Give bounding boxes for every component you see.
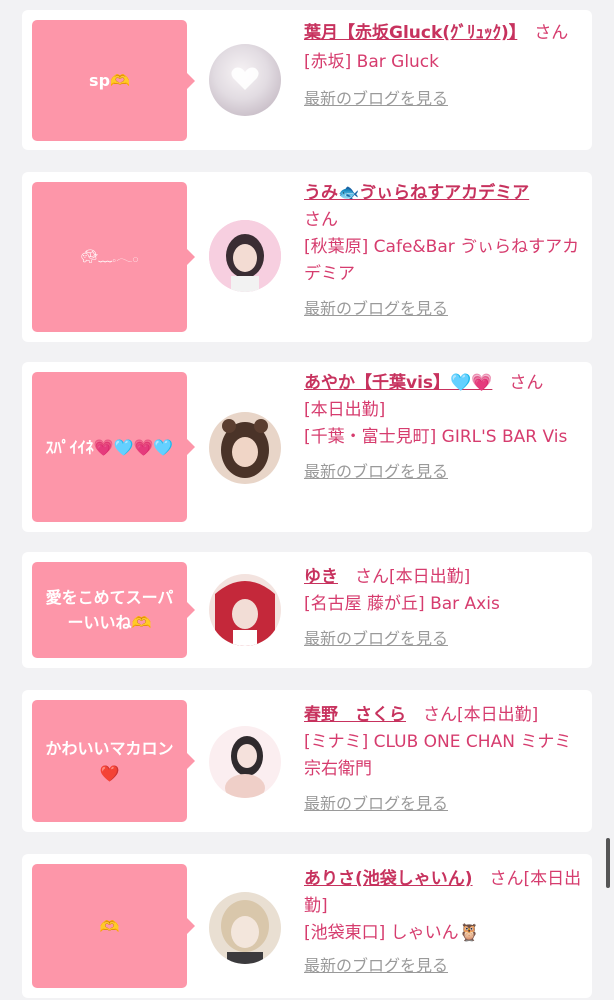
entry-info: 葉月【赤坂Gluck(ｸﾞﾘｭｯｸ)】 さん [赤坂] Bar Gluck 最新… xyxy=(304,20,582,111)
avatar[interactable] xyxy=(209,412,281,484)
avatar[interactable] xyxy=(209,726,281,798)
message-bubble: かわいいマカロン❤️ xyxy=(32,700,195,822)
entry-info: あやか【千葉vis】🩵💗 さん [本日出勤] [千葉・富士見町] GIRL'S … xyxy=(304,370,582,484)
scrollbar[interactable] xyxy=(606,838,610,888)
girl-name-link[interactable]: ありさ(池袋しゃいん) xyxy=(304,869,473,889)
portrait-icon xyxy=(209,412,281,484)
portrait-icon xyxy=(209,220,281,292)
blog-entry-card: 🫶 ありさ(池袋しゃいん) さん[本日出勤] [池袋東口] しゃいん🦉 最新のブ… xyxy=(22,854,592,998)
message-bubble: 🐢︎﹏𓈒𓂃𓂂 xyxy=(32,182,195,332)
girl-name-link[interactable]: 春野 さくら xyxy=(304,705,406,725)
message-text: ｽﾊﾟｲｲﾈ💗🩵💗🩵 xyxy=(45,437,174,457)
message-bubble: 愛をこめてスーパーいいね🫶 xyxy=(32,562,195,658)
latest-blog-link[interactable]: 最新のブログを見る xyxy=(304,953,582,978)
entry-info: ゆき さん[本日出勤] [名古屋 藤が丘] Bar Axis 最新のブログを見る xyxy=(304,564,582,651)
avatar[interactable] xyxy=(209,44,281,116)
message-bubble: ｽﾊﾟｲｲﾈ💗🩵💗🩵 xyxy=(32,372,195,522)
shop-info: [ミナミ] CLUB ONE CHAN ミナミ 宗右衛門 xyxy=(304,732,572,779)
girl-name-link[interactable]: うみ🐟ゔぃらねすアカデミア xyxy=(304,183,529,203)
entry-info: ありさ(池袋しゃいん) さん[本日出勤] [池袋東口] しゃいん🦉 最新のブログ… xyxy=(304,866,582,978)
message-bubble: sp🫶 xyxy=(32,20,195,141)
girl-name-link[interactable]: 葉月【赤坂Gluck(ｸﾞﾘｭｯｸ)】 xyxy=(304,23,517,43)
honorific: さん xyxy=(509,373,544,393)
blog-entry-card: 🐢︎﹏𓈒𓂃𓂂 うみ🐟ゔぃらねすアカデミア さん [秋葉原] Cafe&Bar ゔ… xyxy=(22,172,592,342)
portrait-icon xyxy=(209,574,281,646)
blog-entry-card: sp🫶 葉月【赤坂Gluck(ｸﾞﾘｭｯｸ)】 さん [赤坂] Bar Gluc… xyxy=(22,10,592,150)
shop-info: [千葉・富士見町] GIRL'S BAR Vis xyxy=(304,427,568,447)
work-status: [本日出勤] xyxy=(304,400,386,420)
girl-name-link[interactable]: あやか【千葉vis】🩵💗 xyxy=(304,373,492,393)
shop-info: [池袋東口] しゃいん🦉 xyxy=(304,923,480,943)
latest-blog-link[interactable]: 最新のブログを見る xyxy=(304,296,582,321)
honorific: さん xyxy=(423,705,457,725)
work-status: [本日出勤] xyxy=(389,567,471,587)
message-bubble: 🫶 xyxy=(32,864,195,988)
portrait-icon xyxy=(209,892,281,964)
latest-blog-link[interactable]: 最新のブログを見る xyxy=(304,791,582,816)
avatar[interactable] xyxy=(209,574,281,646)
honorific: さん xyxy=(489,869,524,889)
shop-info: [名古屋 藤が丘] Bar Axis xyxy=(304,594,500,614)
latest-blog-link[interactable]: 最新のブログを見る xyxy=(304,459,582,484)
shop-info: [秋葉原] Cafe&Bar ゔぃらねすアカデミア xyxy=(304,237,580,284)
latest-blog-link[interactable]: 最新のブログを見る xyxy=(304,626,582,651)
message-text: 🐢︎﹏𓈒𓂃𓂂 xyxy=(80,248,139,265)
portrait-icon xyxy=(209,726,281,798)
message-text: 🫶 xyxy=(99,916,120,936)
shop-info: [赤坂] Bar Gluck xyxy=(304,52,440,72)
blog-entry-card: 愛をこめてスーパーいいね🫶 ゆき さん[本日出勤] [名古屋 藤が丘] Bar … xyxy=(22,552,592,668)
entry-info: うみ🐟ゔぃらねすアカデミア さん [秋葉原] Cafe&Bar ゔぃらねすアカデ… xyxy=(304,180,582,321)
avatar[interactable] xyxy=(209,220,281,292)
avatar[interactable] xyxy=(209,892,281,964)
entry-info: 春野 さくら さん[本日出勤] [ミナミ] CLUB ONE CHAN ミナミ … xyxy=(304,702,582,816)
blog-entry-card: かわいいマカロン❤️ 春野 さくら さん[本日出勤] [ミナミ] CLUB ON… xyxy=(22,690,592,832)
honorific: さん xyxy=(534,23,569,43)
heart-icon xyxy=(231,67,259,90)
latest-blog-link[interactable]: 最新のブログを見る xyxy=(304,86,582,111)
work-status: [本日出勤] xyxy=(457,705,539,725)
blog-entry-card: ｽﾊﾟｲｲﾈ💗🩵💗🩵 あやか【千葉vis】🩵💗 さん [本日出勤] [千葉・富士… xyxy=(22,362,592,532)
message-text: sp🫶 xyxy=(89,71,130,90)
message-text: 愛をこめてスーパーいいね🫶 xyxy=(45,588,174,632)
message-text: かわいいマカロン❤️ xyxy=(45,739,174,783)
honorific: さん xyxy=(304,210,338,230)
honorific: さん xyxy=(355,567,389,587)
girl-name-link[interactable]: ゆき xyxy=(304,567,338,587)
